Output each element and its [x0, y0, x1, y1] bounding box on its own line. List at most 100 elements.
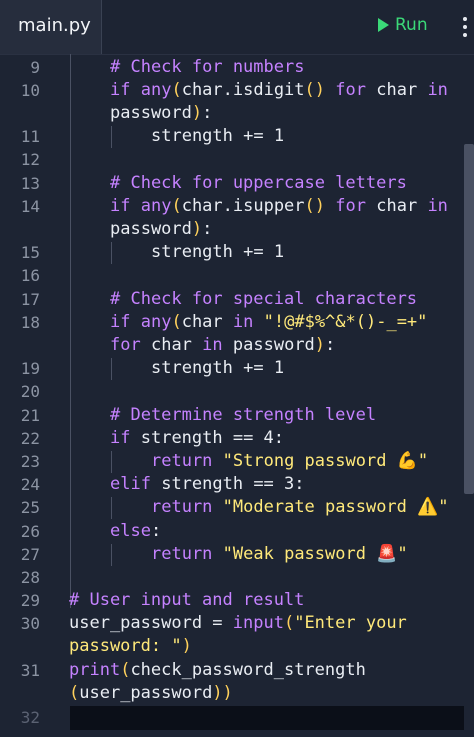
- line-number: 25: [20, 498, 40, 517]
- code-text: strength += 1: [151, 126, 285, 146]
- builtin: any: [140, 196, 172, 216]
- run-button[interactable]: Run: [378, 15, 428, 35]
- keyword: for: [335, 196, 366, 216]
- run-button-label: Run: [395, 15, 428, 35]
- paren: (: [171, 196, 182, 216]
- line-number: 27: [20, 545, 40, 564]
- paren: (: [120, 660, 131, 680]
- line-number: 16: [20, 266, 40, 285]
- code-line: else:: [110, 520, 161, 543]
- code-line: password):: [110, 102, 212, 125]
- line-number: 22: [20, 429, 40, 448]
- code-line: if any(char.isupper() for char in: [110, 195, 448, 218]
- indent-guide: [111, 126, 112, 148]
- code-text: char: [376, 80, 418, 100]
- paren: (): [304, 196, 326, 216]
- code-text: :: [325, 335, 336, 355]
- line-number: 29: [20, 591, 40, 610]
- paren: ): [191, 219, 203, 239]
- line-number: 12: [20, 150, 40, 169]
- string: "Weak password 🚨": [222, 544, 408, 564]
- indent-guide: [111, 451, 112, 473]
- builtin: any: [140, 80, 172, 100]
- current-line-highlight: [70, 706, 464, 730]
- line-number: 9: [30, 58, 40, 77]
- line-number: 28: [20, 568, 40, 587]
- keyword: in: [427, 196, 448, 216]
- code-line: return "Weak password 🚨": [151, 543, 408, 566]
- code-text: char: [150, 335, 192, 355]
- string: password: ": [69, 636, 182, 656]
- keyword: elif: [110, 474, 151, 494]
- line-number: 14: [20, 197, 40, 216]
- code-text: password: [232, 335, 315, 355]
- code-text: char.isupper: [181, 196, 305, 216]
- line-number: 11: [20, 127, 40, 146]
- line-number: 10: [20, 81, 40, 100]
- code-line: if any(char.isdigit() for char in: [110, 79, 448, 102]
- line-number: 21: [20, 406, 40, 425]
- code-line: password: "): [69, 635, 192, 658]
- vertical-scrollbar[interactable]: [464, 144, 474, 494]
- code-line: print(check_password_strength: [69, 659, 366, 682]
- comment: # Check for numbers: [110, 57, 305, 77]
- indent-guide: [111, 497, 112, 519]
- code-line: for char in password):: [110, 334, 335, 357]
- code-line: user_password = input("Enter your: [69, 612, 407, 635]
- line-number: 15: [20, 243, 40, 262]
- keyword: for: [335, 80, 366, 100]
- code-editor[interactable]: 9 10 11 12 13 14 15 16 17 18 19 20 21 22…: [0, 54, 474, 737]
- comment: # Determine strength level: [110, 405, 377, 425]
- line-number: 23: [20, 452, 40, 471]
- code-text: user_password: [79, 683, 213, 703]
- keyword: if: [110, 428, 131, 448]
- line-number: 18: [20, 313, 40, 332]
- code-line: return "Strong password 💪": [151, 450, 428, 473]
- code-line: if any(char in "!@#$%^&*()-_=+": [110, 311, 427, 334]
- code-line: # Check for uppercase letters: [110, 172, 407, 195]
- code-text: user_password =: [69, 613, 233, 633]
- kebab-menu-icon[interactable]: [462, 17, 468, 39]
- paren: ): [191, 103, 203, 123]
- keyword: for: [110, 335, 141, 355]
- file-tab[interactable]: main.py: [0, 0, 102, 54]
- code-line: elif strength == 3:: [110, 473, 305, 496]
- comment: # User input and result: [69, 590, 305, 610]
- paren: (: [171, 80, 182, 100]
- paren: ): [181, 636, 192, 656]
- keyword: if: [110, 80, 131, 100]
- code-text: :: [202, 219, 213, 239]
- code-text: password: [110, 219, 192, 239]
- editor-toolbar: main.py Run: [0, 0, 474, 55]
- code-text: :: [202, 103, 213, 123]
- keyword: if: [110, 312, 131, 332]
- code-text: char: [376, 196, 418, 216]
- comment: # Check for special characters: [110, 289, 418, 309]
- code-line: # Determine strength level: [110, 404, 376, 427]
- string: "!@#$%^&*()-_=+": [263, 312, 428, 332]
- builtin: input: [232, 613, 284, 633]
- play-icon: [378, 18, 389, 32]
- code-line: strength += 1: [151, 357, 284, 380]
- code-text: password: [110, 103, 192, 123]
- keyword: in: [232, 312, 254, 332]
- code-line: return "Moderate password ⚠️": [151, 496, 449, 519]
- line-number: 32: [20, 708, 40, 727]
- keyword: return: [151, 497, 213, 517]
- paren: (): [304, 80, 326, 100]
- code-line: if strength == 4:: [110, 427, 284, 450]
- line-number: 31: [20, 661, 40, 680]
- code-text: strength += 1: [151, 358, 285, 378]
- line-number: 26: [20, 522, 40, 541]
- line-number: 19: [20, 359, 40, 378]
- paren: (: [69, 683, 80, 703]
- line-number-gutter: 9 10 11 12 13 14 15 16 17 18 19 20 21 22…: [0, 54, 55, 737]
- keyword: return: [151, 544, 213, 564]
- string: "Moderate password ⚠️": [222, 497, 449, 517]
- indent-guide: [70, 54, 71, 608]
- code-line: (user_password)): [69, 682, 233, 705]
- code-text: strength == 3:: [161, 474, 305, 494]
- code-line: password):: [110, 218, 212, 241]
- line-number: 24: [20, 475, 40, 494]
- paren: ): [314, 335, 326, 355]
